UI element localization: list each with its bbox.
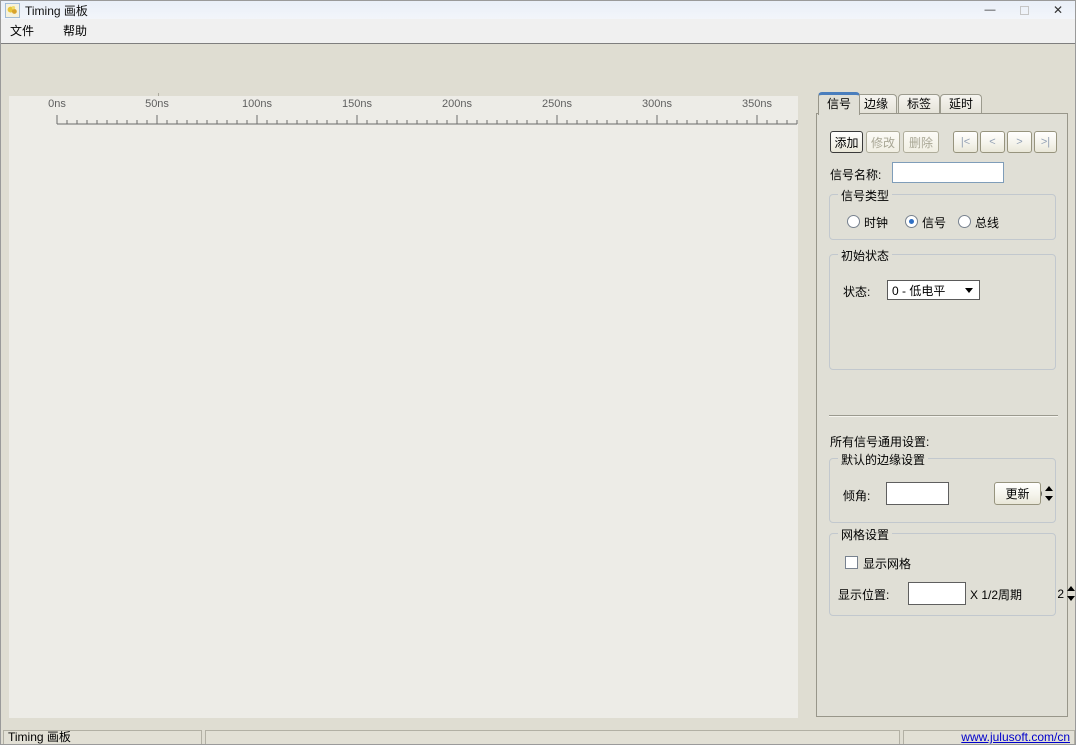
tab-signal[interactable]: 信号: [818, 92, 860, 115]
window-title: Timing 画板: [25, 2, 88, 19]
angle-spin-up-icon[interactable]: [1045, 483, 1053, 494]
signal-radio[interactable]: [905, 215, 918, 228]
maximize-button[interactable]: [1007, 1, 1041, 19]
state-combobox-value: 0 - 低电平: [888, 282, 965, 299]
signal-radio-label[interactable]: 信号: [922, 214, 946, 231]
first-button[interactable]: |<: [953, 131, 978, 153]
last-button[interactable]: >|: [1034, 131, 1057, 153]
menu-item-file[interactable]: 文件: [8, 19, 36, 43]
position-spin-down-icon[interactable]: [1067, 594, 1075, 605]
position-suffix-label: X 1/2周期: [970, 586, 1022, 603]
show-grid-checkbox[interactable]: [845, 556, 858, 569]
chevron-down-icon: [965, 288, 973, 293]
status-link-cell: www.julusoft.com/cn: [903, 730, 1075, 745]
website-link[interactable]: www.julusoft.com/cn: [961, 730, 1070, 744]
signal-type-group: 信号类型 时钟 信号 总线: [829, 194, 1056, 240]
tab-delay[interactable]: 延时: [940, 94, 982, 114]
title-bar[interactable]: Timing 画板 — ✕: [1, 1, 1075, 19]
clock-radio-label[interactable]: 时钟: [864, 214, 888, 231]
initial-state-group: 初始状态 状态: 0 - 低电平: [829, 254, 1056, 370]
show-grid-label[interactable]: 显示网格: [863, 555, 911, 572]
menu-bar: 文件 帮助: [1, 19, 1075, 44]
toolbar: [1, 45, 1075, 91]
display-position-label: 显示位置:: [838, 586, 889, 603]
app-icon: [5, 3, 20, 18]
prev-button[interactable]: <: [980, 131, 1005, 153]
minimize-button[interactable]: —: [973, 1, 1007, 19]
common-settings-label: 所有信号通用设置:: [830, 433, 929, 450]
panel-separator: [829, 415, 1058, 417]
angle-spinner: [886, 482, 949, 505]
edge-settings-group-title: 默认的边缘设置: [838, 451, 928, 468]
timing-canvas[interactable]: 0ns50ns100ns150ns200ns250ns300ns350ns: [9, 96, 798, 718]
angle-spin-down-icon[interactable]: [1045, 494, 1053, 505]
add-button[interactable]: 添加: [830, 131, 863, 153]
bus-radio-label[interactable]: 总线: [975, 214, 999, 231]
clock-radio[interactable]: [847, 215, 860, 228]
timeline-ruler: [9, 96, 798, 136]
grid-settings-group-title: 网格设置: [838, 526, 892, 543]
delete-button[interactable]: 删除: [903, 131, 939, 153]
status-message: [205, 730, 900, 745]
modify-button[interactable]: 修改: [866, 131, 900, 153]
signal-name-input[interactable]: [892, 162, 1004, 183]
position-spin-up-icon[interactable]: [1067, 583, 1075, 594]
state-label: 状态:: [843, 283, 870, 300]
maximize-icon: [1020, 6, 1029, 15]
close-button[interactable]: ✕: [1041, 1, 1075, 19]
signal-type-group-title: 信号类型: [838, 187, 892, 204]
angle-label: 倾角:: [843, 487, 870, 504]
bus-radio[interactable]: [958, 215, 971, 228]
menu-item-help[interactable]: 帮助: [61, 19, 89, 43]
app-window: Timing 画板 — ✕ 文件 帮助: [0, 0, 1076, 745]
edge-settings-group: 默认的边缘设置 倾角: 更新: [829, 458, 1056, 523]
initial-state-group-title: 初始状态: [838, 247, 892, 264]
tab-label[interactable]: 标签: [898, 94, 940, 114]
tab-edge[interactable]: 边缘: [855, 94, 897, 114]
signal-panel: 添加 修改 删除 |< < > >| 信号名称: 信号类型 时钟 信号 总线 初…: [816, 113, 1068, 717]
next-button[interactable]: >: [1007, 131, 1032, 153]
update-button[interactable]: 更新: [994, 482, 1041, 505]
state-combobox[interactable]: 0 - 低电平: [887, 280, 980, 300]
status-app-name: Timing 画板: [3, 730, 202, 745]
grid-settings-group: 网格设置 显示网格 显示位置: X 1/2周期: [829, 533, 1056, 616]
display-position-spinner: [908, 582, 966, 605]
signal-name-label: 信号名称:: [830, 166, 881, 183]
